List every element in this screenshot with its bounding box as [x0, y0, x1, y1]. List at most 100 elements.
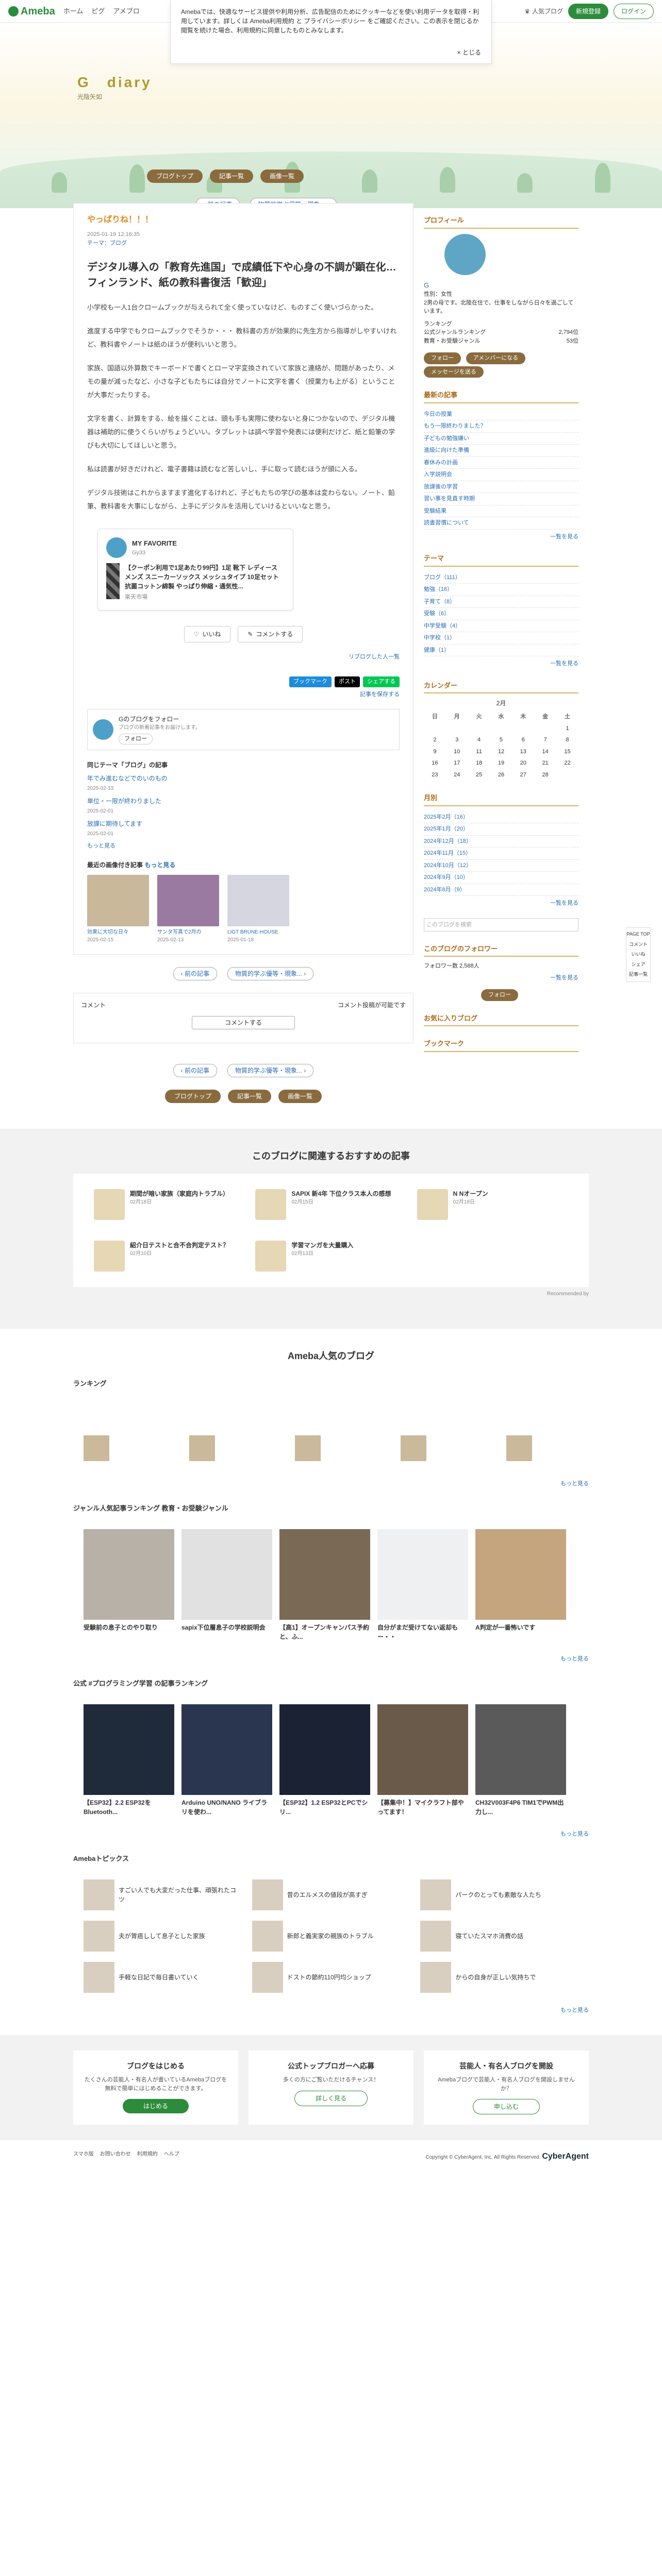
calendar-day[interactable]: 17: [446, 757, 468, 769]
topic-item[interactable]: ドストの節約110円均ショップ: [252, 1961, 410, 1993]
top-nav-ameblo[interactable]: アメブロ: [113, 6, 139, 16]
image-article-title[interactable]: 効果に大切な日々: [87, 929, 128, 935]
calendar-day[interactable]: 25: [468, 769, 490, 781]
calendar-day[interactable]: 22: [556, 757, 578, 769]
ranking-item[interactable]: [295, 1435, 367, 1461]
calendar-day[interactable]: [556, 769, 578, 781]
save-article-link[interactable]: 記事を保存する: [87, 690, 400, 699]
product-title[interactable]: 【クーポン利用で1足あたり99円】1足 靴下 レディース メンズ スニーカーソッ…: [125, 563, 285, 591]
profile-name[interactable]: G: [424, 280, 578, 291]
list-item[interactable]: 2024年8月（9）: [424, 884, 578, 896]
calendar-day[interactable]: 15: [556, 746, 578, 758]
list-item[interactable]: 習い事を見直す時期: [424, 493, 578, 505]
list-item[interactable]: 受験（6）: [424, 608, 578, 620]
blog-search-input[interactable]: このブログを検索: [424, 918, 578, 931]
nav-image-list[interactable]: 画像一覧: [278, 1090, 322, 1103]
list-item[interactable]: 2024年12月（18）: [424, 836, 578, 848]
list-item[interactable]: ブログ（111）: [424, 572, 578, 584]
programming-item[interactable]: 【募集中！】マイクラフト部やってます！: [377, 1704, 468, 1817]
topic-item[interactable]: 手軽な日記で毎日書いていく: [84, 1961, 242, 1993]
next-article-button[interactable]: 物質的学ぶ優等・現象... ›: [227, 1064, 314, 1077]
entry-theme[interactable]: テーマ：ブログ: [87, 240, 127, 246]
topic-item[interactable]: パークのとっても素敵な人たち: [420, 1879, 578, 1910]
followers-more[interactable]: 一覧を見る: [424, 974, 578, 982]
calendar-day[interactable]: [446, 723, 468, 735]
float-list-button[interactable]: 記事一覧: [629, 971, 648, 978]
list-item[interactable]: 2024年10月（12）: [424, 860, 578, 872]
follow-button[interactable]: フォロー: [119, 734, 153, 744]
same-theme-link[interactable]: 単位・一限が終わりました: [87, 796, 400, 806]
list-item[interactable]: 放課に期待してます 2025-02-01: [87, 819, 400, 838]
ranking-item[interactable]: [84, 1435, 156, 1461]
register-button[interactable]: 新規登録: [568, 3, 608, 19]
calendar-day[interactable]: 24: [446, 769, 468, 781]
top-nav-home[interactable]: ホーム: [63, 6, 84, 16]
calendar-day[interactable]: [534, 723, 556, 735]
topic-item[interactable]: 寝ていたスマホ消費の話: [420, 1920, 578, 1952]
same-theme-link[interactable]: 放課に期待してます: [87, 819, 400, 828]
nav-article-list[interactable]: 記事一覧: [227, 1090, 271, 1103]
prev-article-button[interactable]: ‹ 前の記事: [173, 967, 217, 980]
calendar-day[interactable]: 14: [534, 746, 556, 758]
hatena-bookmark-button[interactable]: ブックマーク: [289, 676, 332, 687]
list-item[interactable]: 2025年1月（20）: [424, 823, 578, 836]
recent-images-more[interactable]: もっと見る: [144, 861, 175, 869]
list-item[interactable]: 2025年2月（16）: [424, 811, 578, 823]
ranking-more[interactable]: もっと見る: [73, 1480, 589, 1488]
calendar-day[interactable]: 11: [468, 746, 490, 758]
genre-more[interactable]: もっと見る: [73, 1655, 589, 1664]
calendar-day[interactable]: 8: [556, 734, 578, 746]
ranking-item[interactable]: [401, 1435, 473, 1461]
list-item[interactable]: 進級に向けた準備: [424, 445, 578, 457]
programming-item[interactable]: 【ESP32】2.2 ESP32をBluetooth...: [84, 1704, 174, 1817]
nav-blog-top[interactable]: ブログトップ: [164, 1090, 221, 1103]
programming-more[interactable]: もっと見る: [73, 1830, 589, 1839]
comment-note[interactable]: コメント投稿が可能です: [338, 1001, 406, 1010]
calendar-day[interactable]: 26: [490, 769, 512, 781]
product-image[interactable]: [106, 563, 120, 599]
start-blog-button[interactable]: はじめる: [122, 2099, 189, 2113]
footer-link[interactable]: ヘルプ: [164, 2150, 179, 2163]
list-item[interactable]: 年でみ進むなどでのいのもの 2025-02-13: [87, 774, 400, 792]
calendar-day[interactable]: [424, 723, 446, 735]
image-article-title[interactable]: サンタ写真で2月の: [157, 929, 202, 935]
recommend-item[interactable]: N Nオープン 02月18日: [417, 1189, 568, 1220]
calendar-day[interactable]: 10: [446, 746, 468, 758]
list-item[interactable]: 健康（1）: [424, 645, 578, 656]
calendar-day[interactable]: [468, 723, 490, 735]
calendar-day[interactable]: 2: [424, 734, 446, 746]
rank-row[interactable]: 教育・お受験ジャンル 53位: [424, 337, 578, 346]
same-theme-more[interactable]: もっと見る: [87, 842, 400, 851]
list-item[interactable]: 放課後の学習: [424, 481, 578, 493]
list-item[interactable]: 勉強（16）: [424, 584, 578, 596]
calendar-day[interactable]: 28: [534, 769, 556, 781]
genre-item[interactable]: sapix下位層息子の学校説明会: [181, 1529, 272, 1641]
image-article[interactable]: LIGT BRUNE-HOUSE 2025-01-18: [227, 875, 289, 944]
my-favorite-card[interactable]: MY FAVORITE Gy33 【クーポン利用で1足あたり99円】1足 靴下 レ…: [97, 529, 293, 611]
recent-more[interactable]: 一覧を見る: [424, 533, 578, 541]
calendar-day[interactable]: 19: [490, 757, 512, 769]
list-item[interactable]: もう一限終わりました？: [424, 420, 578, 433]
x-post-button[interactable]: ポスト: [335, 676, 360, 687]
popular-blog-link[interactable]: ♛ 人気ブログ: [524, 7, 563, 16]
message-button[interactable]: メッセージを送る: [424, 366, 484, 378]
sidebar-follow-button-2[interactable]: フォロー: [481, 989, 518, 1001]
rank-row[interactable]: 公式ジャンルランキング 2,794位: [424, 328, 578, 337]
list-item[interactable]: 子どもの勉強嫌い: [424, 433, 578, 445]
image-article-title[interactable]: LIGT BRUNE-HOUSE: [227, 929, 278, 935]
write-comment-button[interactable]: コメントする: [192, 1016, 295, 1029]
article-thumbnail[interactable]: [227, 875, 289, 926]
avatar[interactable]: [444, 233, 486, 275]
prev-article-button[interactable]: ‹ 前の記事: [173, 1064, 217, 1077]
float-share-button[interactable]: シェア: [631, 961, 645, 969]
list-item[interactable]: 2024年9月（10）: [424, 872, 578, 884]
cyberagent-logo[interactable]: CyberAgent: [542, 2152, 589, 2161]
calendar-day[interactable]: 20: [512, 757, 534, 769]
genre-item[interactable]: 受験前の息子とのやり取り: [84, 1529, 174, 1641]
cookie-close-button[interactable]: × とじる: [457, 48, 481, 57]
calendar-day[interactable]: 13: [512, 746, 534, 758]
footer-link[interactable]: お問い合わせ: [100, 2150, 131, 2163]
list-item[interactable]: 受験結果: [424, 505, 578, 517]
topic-item[interactable]: 新郎と義実家の親族のトラブル: [252, 1920, 410, 1952]
ranking-item[interactable]: [189, 1435, 261, 1461]
